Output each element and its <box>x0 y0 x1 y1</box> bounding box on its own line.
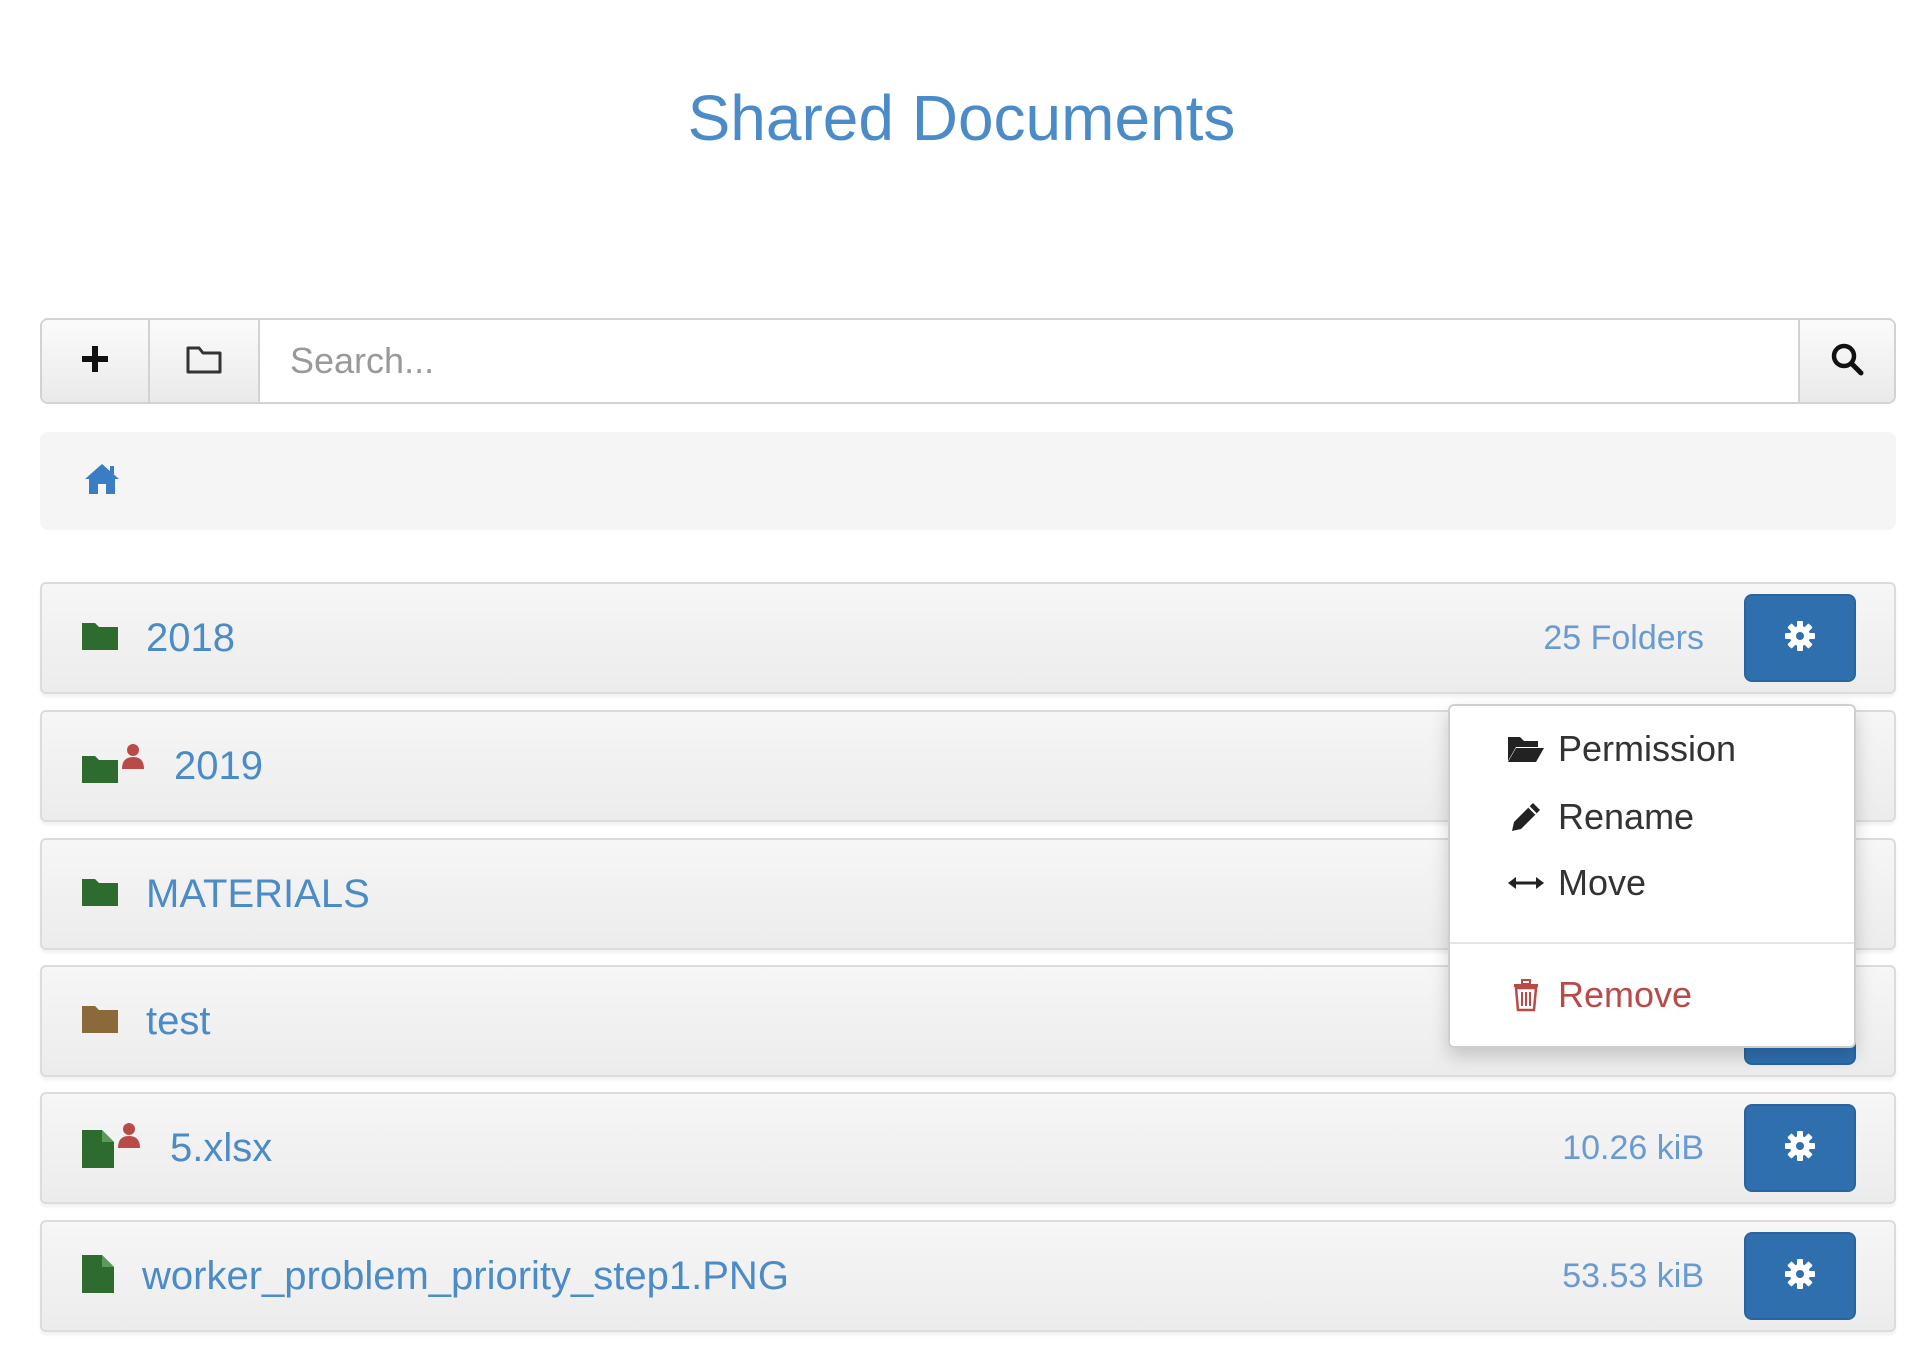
menu-item-label: Remove <box>1558 974 1693 1015</box>
list-item: 2018 25 Folders <box>40 582 1896 694</box>
arrows-horizontal-icon <box>1506 873 1546 893</box>
search-button[interactable] <box>1798 320 1894 402</box>
item-name[interactable]: test <box>146 999 210 1044</box>
menu-item-label: Move <box>1558 862 1647 903</box>
breadcrumb <box>40 432 1896 530</box>
file-icon <box>80 1253 116 1300</box>
shared-user-icon <box>120 743 146 776</box>
search-input[interactable] <box>260 320 1798 402</box>
menu-item-move[interactable]: Move <box>1506 862 1646 904</box>
folder-icon <box>80 876 120 913</box>
toolbar <box>40 318 1896 404</box>
menu-item-rename[interactable]: Rename <box>1506 796 1694 838</box>
menu-item-label: Rename <box>1558 796 1695 837</box>
shared-user-icon <box>116 1122 142 1155</box>
folder-icon <box>80 743 120 790</box>
menu-divider <box>1450 942 1854 944</box>
folder-icon <box>80 1003 120 1040</box>
item-meta: 10.26 kiB <box>1562 1128 1704 1167</box>
menu-item-label: Permission <box>1558 728 1737 769</box>
context-menu: Permission Rename Move Remove <box>1448 704 1856 1048</box>
gear-icon <box>1783 619 1817 658</box>
item-meta: 25 Folders <box>1543 618 1704 657</box>
add-button[interactable] <box>42 320 150 402</box>
settings-button[interactable] <box>1744 594 1856 682</box>
folder-open-icon <box>1506 733 1546 765</box>
item-name[interactable]: 2018 <box>146 616 235 661</box>
home-icon[interactable] <box>82 461 122 502</box>
search-icon <box>1829 341 1865 382</box>
settings-button[interactable] <box>1744 1104 1856 1192</box>
menu-item-permission[interactable]: Permission <box>1506 728 1736 770</box>
item-name[interactable]: 5.xlsx <box>170 1126 272 1171</box>
plus-icon <box>79 343 111 380</box>
menu-item-remove[interactable]: Remove <box>1506 974 1692 1016</box>
gear-icon <box>1783 1257 1817 1296</box>
gear-icon <box>1783 1129 1817 1168</box>
item-name[interactable]: MATERIALS <box>146 872 370 917</box>
folder-icon <box>80 620 120 657</box>
item-name[interactable]: worker_problem_priority_step1.PNG <box>142 1254 789 1299</box>
settings-button[interactable] <box>1744 1232 1856 1320</box>
new-folder-button[interactable] <box>150 320 260 402</box>
item-name[interactable]: 2019 <box>174 744 263 789</box>
page-title: Shared Documents <box>687 82 1236 154</box>
file-icon <box>80 1122 116 1175</box>
item-meta: 53.53 kiB <box>1562 1256 1704 1295</box>
folder-outline-icon <box>185 343 223 380</box>
list-item: 5.xlsx 10.26 kiB <box>40 1092 1896 1204</box>
list-item: worker_problem_priority_step1.PNG 53.53 … <box>40 1220 1896 1332</box>
pencil-icon <box>1506 800 1546 834</box>
trash-icon <box>1506 978 1546 1012</box>
